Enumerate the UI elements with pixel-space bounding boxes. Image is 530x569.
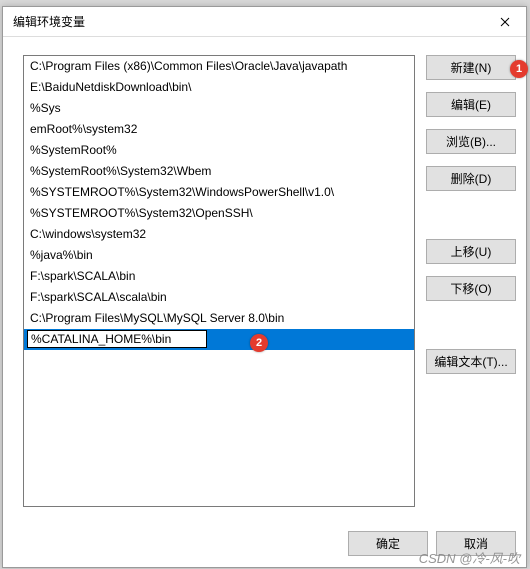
list-item[interactable]: %SystemRoot% [24,140,414,161]
annotation-marker-1: 1 [510,60,528,78]
close-icon [500,17,510,27]
browse-button[interactable]: 浏览(B)... [426,129,516,154]
path-edit-input[interactable] [27,330,207,348]
edit-button[interactable]: 编辑(E) [426,92,516,117]
delete-button[interactable]: 删除(D) [426,166,516,191]
side-button-panel: 新建(N) 编辑(E) 浏览(B)... 删除(D) 上移(U) 下移(O) 编… [426,55,516,386]
dialog-title: 编辑环境变量 [13,13,85,30]
edit-text-button[interactable]: 编辑文本(T)... [426,349,516,374]
dialog-body: C:\Program Files (x86)\Common Files\Orac… [3,37,526,519]
new-button[interactable]: 新建(N) [426,55,516,80]
close-button[interactable] [484,8,526,36]
list-item[interactable]: C:\windows\system32 [24,224,414,245]
cancel-button[interactable]: 取消 [436,531,516,556]
environment-variable-edit-dialog: 编辑环境变量 C:\Program Files (x86)\Common Fil… [2,6,527,568]
titlebar: 编辑环境变量 [3,7,526,37]
path-listbox[interactable]: C:\Program Files (x86)\Common Files\Orac… [23,55,415,507]
list-item[interactable]: %SYSTEMROOT%\System32\OpenSSH\ [24,203,414,224]
list-item-selected[interactable] [24,329,414,350]
list-item[interactable]: F:\spark\SCALA\scala\bin [24,287,414,308]
move-up-button[interactable]: 上移(U) [426,239,516,264]
list-item[interactable]: F:\spark\SCALA\bin [24,266,414,287]
move-down-button[interactable]: 下移(O) [426,276,516,301]
list-item[interactable]: %SystemRoot%\System32\Wbem [24,161,414,182]
list-item[interactable]: %SYSTEMROOT%\System32\WindowsPowerShell\… [24,182,414,203]
list-item[interactable]: %java%\bin [24,245,414,266]
list-item[interactable]: C:\Program Files (x86)\Common Files\Orac… [24,56,414,77]
dialog-footer: 确定 取消 [3,519,526,567]
list-item[interactable]: %Sys [24,98,414,119]
list-item[interactable]: C:\Program Files\MySQL\MySQL Server 8.0\… [24,308,414,329]
annotation-marker-2: 2 [250,334,268,352]
ok-button[interactable]: 确定 [348,531,428,556]
list-item[interactable]: E:\BaiduNetdiskDownload\bin\ [24,77,414,98]
list-item[interactable]: emRoot%\system32 [24,119,414,140]
